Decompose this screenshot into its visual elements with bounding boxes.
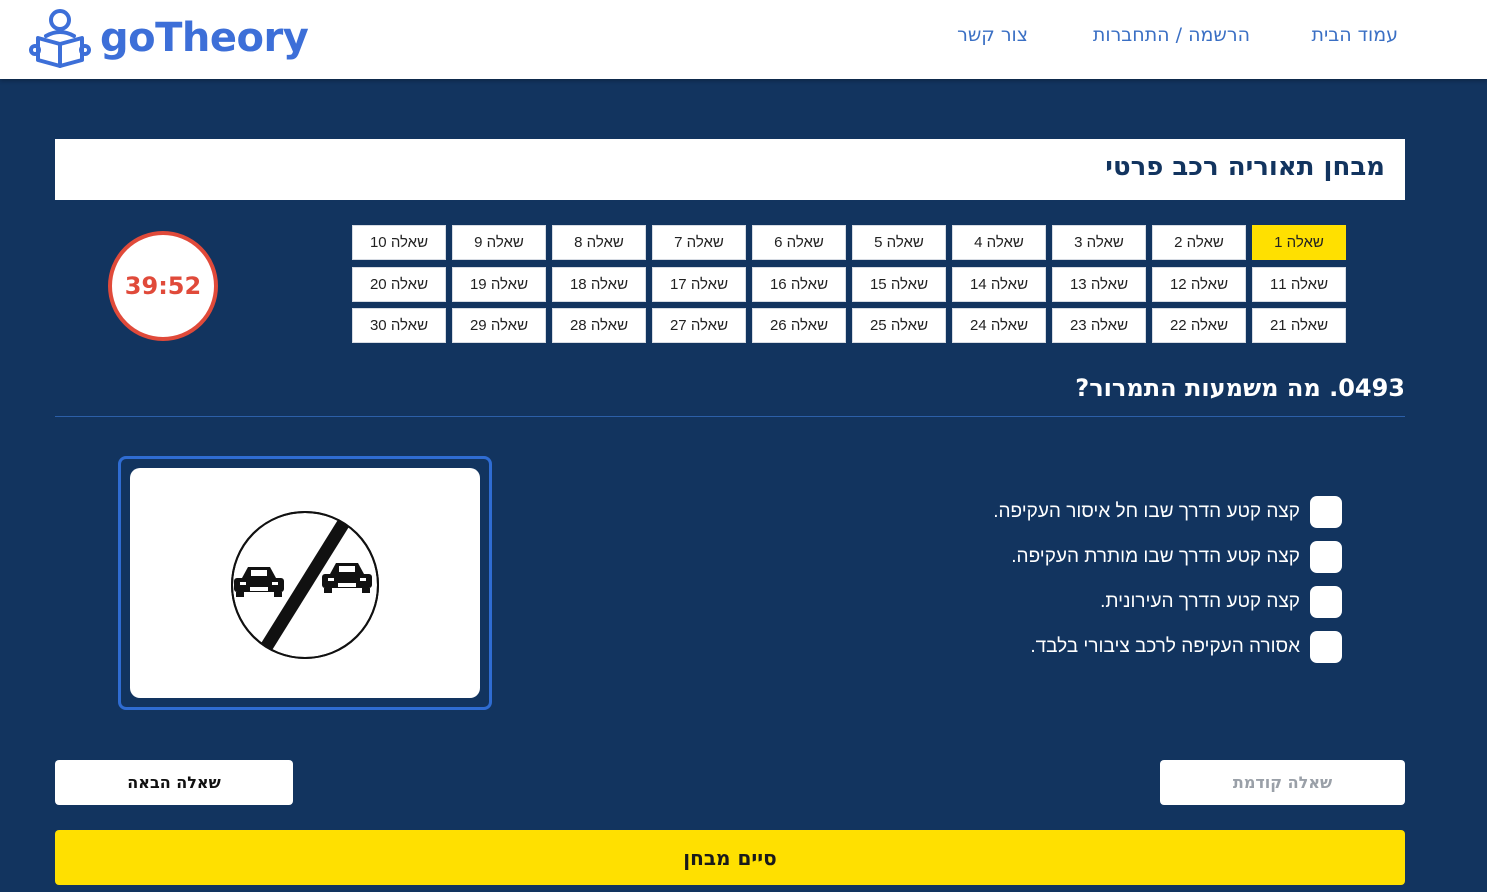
divider [55,416,1405,417]
question-nav-button[interactable]: שאלה 28 [552,308,646,343]
question-nav-button[interactable]: שאלה 10 [352,225,446,260]
question-nav-button[interactable]: שאלה 5 [852,225,946,260]
question-nav-button[interactable]: שאלה 22 [1152,308,1246,343]
answer-checkbox[interactable] [1310,631,1342,663]
question-nav-button[interactable]: שאלה 20 [352,266,446,302]
answer-checkbox[interactable] [1310,496,1342,528]
question-nav-button[interactable]: שאלה 1 [1252,225,1346,260]
next-question-button[interactable]: שאלה הבאה [55,760,293,805]
question-nav-button[interactable]: שאלה 3 [1052,225,1146,260]
answer-label: קצה קטע הדרך שבו חל איסור העקיפה. [993,501,1300,522]
question-nav-button[interactable]: שאלה 17 [652,266,746,302]
question-nav-button[interactable]: שאלה 6 [752,225,846,260]
answer-option-4[interactable]: אסורה העקיפה לרכב ציבורי בלבד. [1030,631,1342,663]
end-of-no-overtaking-sign-icon [231,511,379,659]
answer-label: אסורה העקיפה לרכב ציבורי בלבד. [1030,636,1300,657]
question-nav-button[interactable]: שאלה 24 [952,308,1046,343]
question-nav-button[interactable]: שאלה 29 [452,308,546,343]
question-nav-button[interactable]: שאלה 30 [352,308,446,343]
timer-value: 39:52 [124,272,202,300]
previous-question-button[interactable]: שאלה קודמת [1160,760,1405,805]
question-nav-button[interactable]: שאלה 13 [1052,266,1146,302]
question-navigation-grid: שאלה 1 שאלה 2 שאלה 3 שאלה 4 שאלה 5 שאלה 6 שאלה… [352,225,1346,344]
answer-label: קצה קטע הדרך העירונית. [1100,591,1300,612]
finish-exam-button[interactable]: סיים מבחן [55,830,1405,885]
question-nav-button[interactable]: שאלה 15 [852,266,946,302]
logo[interactable]: goTheory [28,6,309,70]
question-nav-button[interactable]: שאלה 2 [1152,225,1246,260]
top-navbar: goTheory עמוד הבית הרשמה / התחברות צור ק… [0,0,1487,79]
nav-register-link[interactable]: הרשמה / התחברות [1093,24,1250,46]
question-nav-button[interactable]: שאלה 25 [852,308,946,343]
logo-text: goTheory [100,15,309,61]
question-nav-button[interactable]: שאלה 4 [952,225,1046,260]
question-image-frame [118,456,492,710]
reading-person-icon [29,9,91,68]
answer-option-2[interactable]: קצה קטע הדרך שבו מותרת העקיפה. [1011,541,1342,573]
question-image [130,468,480,698]
answer-label: קצה קטע הדרך שבו מותרת העקיפה. [1011,546,1300,567]
nav-home-link[interactable]: עמוד הבית [1311,24,1398,46]
question-nav-button[interactable]: שאלה 23 [1052,308,1146,343]
answer-option-1[interactable]: קצה קטע הדרך שבו חל איסור העקיפה. [993,496,1342,528]
question-nav-button[interactable]: שאלה 19 [452,266,546,302]
question-nav-button[interactable]: שאלה 11 [1252,266,1346,302]
exam-title-bar: מבחן תאוריה רכב פרטי [55,139,1405,200]
answer-option-3[interactable]: קצה קטע הדרך העירונית. [1100,586,1342,618]
question-nav-button[interactable]: שאלה 9 [452,225,546,260]
question-nav-button[interactable]: שאלה 26 [752,308,846,343]
answer-checkbox[interactable] [1310,586,1342,618]
answer-checkbox[interactable] [1310,541,1342,573]
question-nav-button[interactable]: שאלה 21 [1252,308,1346,343]
question-nav-button[interactable]: שאלה 14 [952,266,1046,302]
question-nav-button[interactable]: שאלה 7 [652,225,746,260]
question-nav-button[interactable]: שאלה 27 [652,308,746,343]
question-nav-button[interactable]: שאלה 18 [552,266,646,302]
exam-title: מבחן תאוריה רכב פרטי [1105,152,1385,182]
question-nav-button[interactable]: שאלה 12 [1152,266,1246,302]
question-text: 0493. מה משמעות התמרור? [1075,374,1405,402]
countdown-timer: 39:52 [108,231,218,341]
nav-contact-link[interactable]: צור קשר [957,24,1028,46]
question-nav-button[interactable]: שאלה 16 [752,266,846,302]
question-nav-button[interactable]: שאלה 8 [552,225,646,260]
